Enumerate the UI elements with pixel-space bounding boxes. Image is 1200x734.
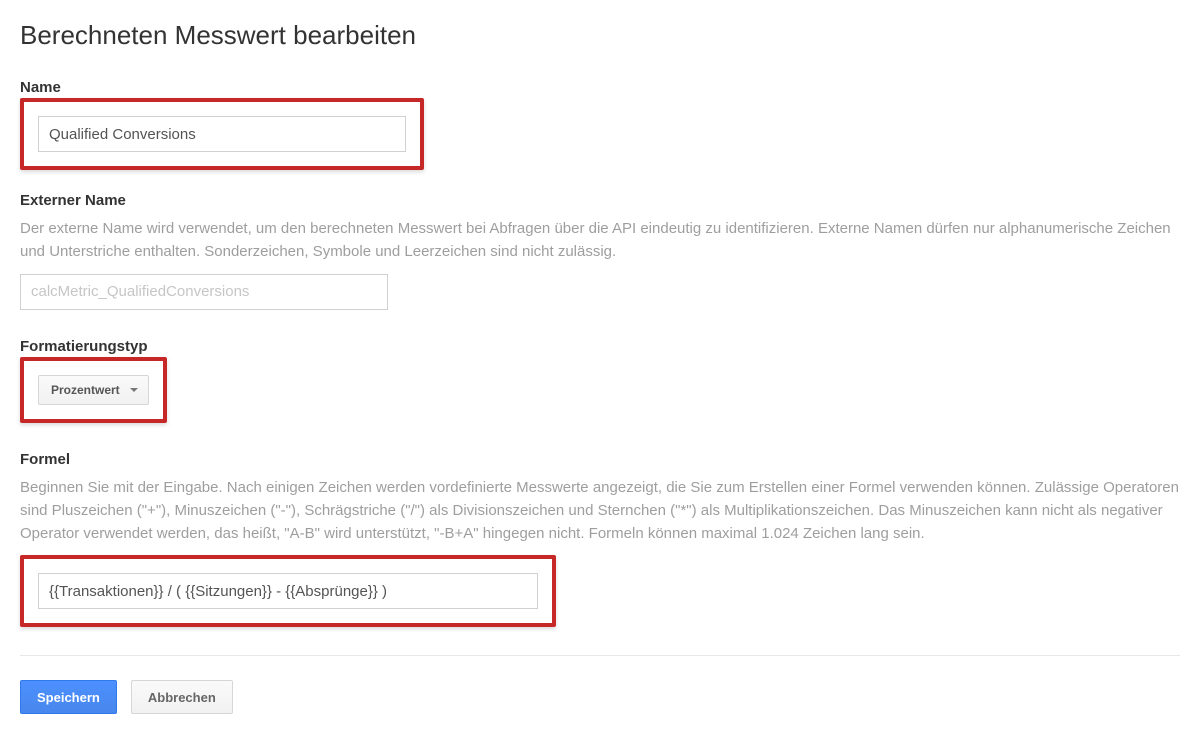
- save-button[interactable]: Speichern: [20, 680, 117, 714]
- external-name-label: Externer Name: [20, 192, 1180, 209]
- format-type-highlight-box: Prozentwert: [20, 357, 167, 423]
- name-highlight-box: [20, 98, 424, 170]
- button-row: Speichern Abbrechen: [20, 680, 1180, 714]
- name-input[interactable]: [38, 116, 406, 152]
- formula-description: Beginnen Sie mit der Eingabe. Nach einig…: [20, 476, 1180, 546]
- name-label: Name: [20, 79, 1180, 96]
- formula-input[interactable]: [38, 573, 538, 609]
- caret-down-icon: [130, 388, 138, 392]
- page-title: Berechneten Messwert bearbeiten: [20, 20, 1180, 51]
- external-name-description: Der externe Name wird verwendet, um den …: [20, 217, 1180, 264]
- formula-label: Formel: [20, 451, 1180, 468]
- external-name-input[interactable]: [20, 274, 388, 310]
- formula-highlight-box: [20, 555, 556, 627]
- divider: [20, 655, 1180, 656]
- cancel-button[interactable]: Abbrechen: [131, 680, 233, 714]
- format-type-select[interactable]: Prozentwert: [38, 375, 149, 405]
- format-type-label: Formatierungstyp: [20, 338, 1180, 355]
- format-type-selected-value: Prozentwert: [51, 383, 120, 397]
